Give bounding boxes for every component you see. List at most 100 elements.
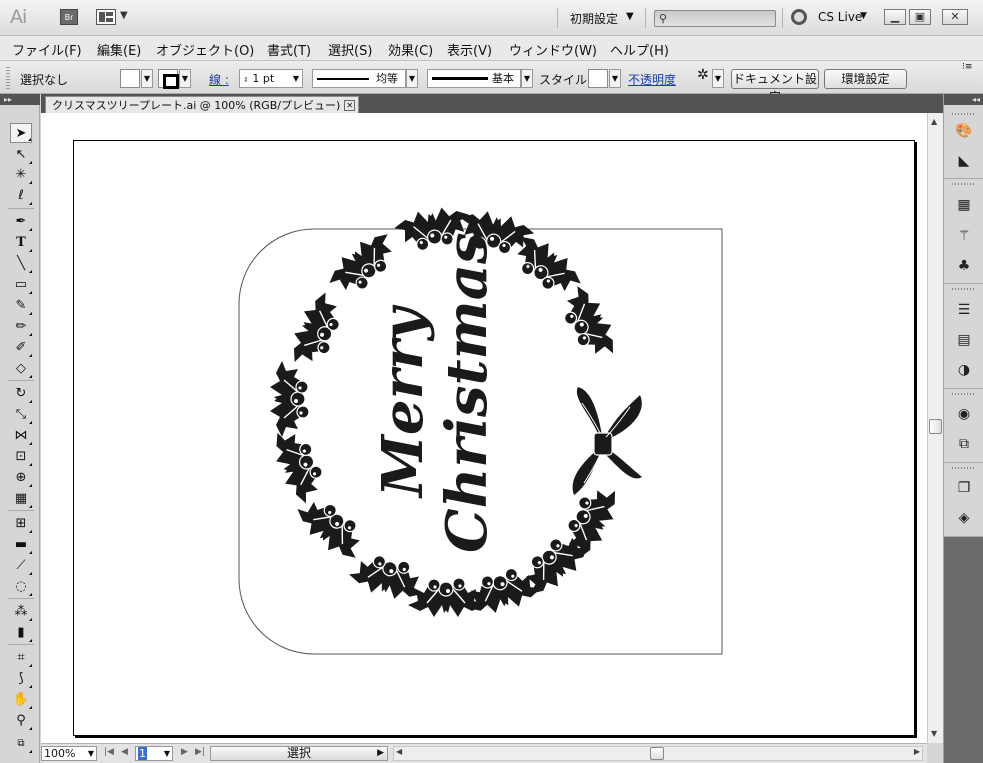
type-tool-icon[interactable]: T bbox=[10, 233, 32, 253]
next-artboard-icon[interactable]: ▶ bbox=[181, 747, 188, 757]
scroll-right-icon[interactable]: ▶ bbox=[914, 747, 920, 756]
scroll-thumb[interactable] bbox=[929, 419, 942, 434]
collapse-dock-icon[interactable]: ◂◂ bbox=[944, 94, 983, 105]
panel-grip[interactable] bbox=[952, 467, 976, 469]
brush-definition[interactable]: 基本 bbox=[427, 69, 521, 88]
chevron-down-icon[interactable]: ▼ bbox=[164, 747, 170, 760]
perspective-grid-tool-icon[interactable]: ▦ bbox=[10, 489, 32, 509]
eyedropper-tool-icon[interactable]: ⟋ bbox=[10, 556, 32, 576]
direct-selection-tool-icon[interactable]: ↖ bbox=[10, 145, 32, 165]
chevron-down-icon[interactable]: ▼ bbox=[626, 11, 634, 22]
scroll-left-icon[interactable]: ◀ bbox=[396, 747, 402, 756]
chevron-down-icon[interactable]: ▼ bbox=[293, 70, 299, 87]
panel-grip[interactable] bbox=[952, 183, 976, 185]
chevron-down-icon[interactable]: ▼ bbox=[120, 10, 128, 21]
symbol-sprayer-tool-icon[interactable]: ⁂ bbox=[10, 602, 32, 622]
panel-menu-icon[interactable]: ⁝≡ bbox=[962, 62, 972, 72]
transparency-panel-icon[interactable]: ◑ bbox=[953, 359, 975, 381]
slice-tool-icon[interactable]: ⟆ bbox=[10, 669, 32, 689]
scroll-up-icon[interactable]: ▲ bbox=[931, 117, 937, 126]
menu-select[interactable]: 選択(S) bbox=[328, 40, 372, 59]
opacity-link[interactable]: 不透明度 bbox=[628, 71, 676, 88]
color-guide-panel-icon[interactable]: ◣ bbox=[953, 150, 975, 172]
status-menu[interactable]: 選択 ▶ bbox=[210, 746, 388, 761]
symbols-panel-icon[interactable]: ♣ bbox=[953, 255, 975, 277]
pencil-tool-icon[interactable]: ✏ bbox=[10, 317, 32, 337]
menu-type[interactable]: 書式(T) bbox=[267, 40, 311, 59]
zoom-tool-icon[interactable]: ⚲ bbox=[10, 711, 32, 731]
artboard-number-field[interactable]: 1 ▼ bbox=[135, 746, 173, 761]
maximize-button[interactable]: ▣ bbox=[909, 9, 931, 25]
help-search-input[interactable]: ⚲ bbox=[654, 10, 776, 27]
zoom-level-field[interactable]: 100% ▼ bbox=[41, 746, 97, 761]
scroll-thumb[interactable] bbox=[650, 747, 664, 760]
menu-object[interactable]: オブジェクト(O) bbox=[156, 40, 254, 59]
menu-view[interactable]: 表示(V) bbox=[447, 40, 492, 59]
rotate-tool-icon[interactable]: ↻ bbox=[10, 384, 32, 404]
stepper-icon[interactable]: ⇕ bbox=[243, 76, 249, 84]
blob-brush-tool-icon[interactable]: ✐ bbox=[10, 338, 32, 358]
first-artboard-icon[interactable]: |◀ bbox=[104, 747, 114, 757]
select-similar-dropdown[interactable]: ▼ bbox=[712, 69, 724, 88]
scale-tool-icon[interactable]: ⤡ bbox=[10, 405, 32, 425]
workspace-switcher[interactable]: 初期設定 bbox=[570, 10, 618, 27]
fill-stroke-swap-icon[interactable]: ⧉ bbox=[10, 734, 32, 754]
stroke-dropdown[interactable]: ▼ bbox=[179, 69, 191, 88]
canvas[interactable]: Merry Christmas bbox=[41, 113, 927, 743]
previous-artboard-icon[interactable]: ◀ bbox=[121, 747, 128, 757]
arrange-documents-icon[interactable] bbox=[96, 9, 116, 25]
chevron-down-icon[interactable]: ▼ bbox=[88, 747, 94, 760]
appearance-panel-icon[interactable]: ◉ bbox=[953, 403, 975, 425]
variable-width-profile[interactable]: 均等 bbox=[312, 69, 406, 88]
menu-edit[interactable]: 編集(E) bbox=[97, 40, 141, 59]
profile-dropdown[interactable]: ▼ bbox=[406, 69, 418, 88]
stroke-panel-link[interactable]: 線 : bbox=[209, 71, 229, 88]
menu-help[interactable]: ヘルプ(H) bbox=[610, 40, 669, 59]
hand-tool-icon[interactable]: ✋ bbox=[10, 690, 32, 710]
vertical-scrollbar[interactable]: ▲ ▼ bbox=[927, 113, 943, 743]
swatches-panel-icon[interactable]: ▦ bbox=[953, 194, 975, 216]
last-artboard-icon[interactable]: ▶| bbox=[195, 747, 205, 757]
eraser-tool-icon[interactable]: ◇ bbox=[10, 359, 32, 379]
artboard[interactable]: Merry Christmas bbox=[73, 140, 915, 736]
document-setup-button[interactable]: ドキュメント設定 bbox=[731, 69, 819, 104]
bridge-button[interactable]: Br bbox=[60, 9, 78, 25]
fill-swatch[interactable] bbox=[120, 69, 140, 88]
select-similar-icon[interactable]: ✲ bbox=[697, 67, 709, 83]
magic-wand-tool-icon[interactable]: ✳ bbox=[10, 165, 32, 185]
horizontal-scrollbar[interactable]: ◀ ▶ bbox=[393, 746, 923, 761]
brush-dropdown[interactable]: ▼ bbox=[521, 69, 533, 88]
panel-grip[interactable] bbox=[6, 67, 10, 89]
column-graph-tool-icon[interactable]: ▮ bbox=[10, 623, 32, 643]
scroll-down-icon[interactable]: ▼ bbox=[931, 729, 937, 738]
document-tab[interactable]: クリスマスツリープレート.ai @ 100% (RGB/プレビュー) ✕ bbox=[45, 96, 360, 113]
stroke-weight-field[interactable]: ⇕ 1 pt ▼ bbox=[239, 69, 303, 88]
menu-file[interactable]: ファイル(F) bbox=[12, 40, 82, 59]
stroke-swatch[interactable] bbox=[158, 69, 179, 89]
minimize-button[interactable]: ▁ bbox=[884, 9, 906, 25]
artboard-tool-icon[interactable]: ⌗ bbox=[10, 648, 32, 668]
line-tool-icon[interactable]: ╲ bbox=[10, 254, 32, 274]
rectangle-tool-icon[interactable]: ▭ bbox=[10, 275, 32, 295]
gradient-tool-icon[interactable]: ▬ bbox=[10, 535, 32, 555]
layers-panel-icon[interactable]: ◈ bbox=[953, 507, 975, 529]
stroke-panel-icon[interactable]: ☰ bbox=[953, 299, 975, 321]
artwork[interactable]: Merry Christmas bbox=[74, 141, 916, 737]
fill-dropdown[interactable]: ▼ bbox=[141, 69, 153, 88]
mesh-tool-icon[interactable]: ⊞ bbox=[10, 514, 32, 534]
panel-grip[interactable] bbox=[952, 288, 976, 290]
shape-builder-tool-icon[interactable]: ⊕ bbox=[10, 468, 32, 488]
chevron-down-icon[interactable]: ▼ bbox=[860, 11, 867, 21]
menu-effect[interactable]: 効果(C) bbox=[388, 40, 433, 59]
width-tool-icon[interactable]: ⋈ bbox=[10, 426, 32, 446]
selection-tool-icon[interactable]: ➤ bbox=[10, 123, 32, 143]
close-button[interactable]: ✕ bbox=[942, 9, 968, 25]
graphic-styles-panel-icon[interactable]: ⧉ bbox=[953, 433, 975, 455]
color-panel-icon[interactable]: 🎨 bbox=[953, 120, 975, 142]
graphic-style-swatch[interactable] bbox=[588, 69, 608, 88]
close-icon[interactable]: ✕ bbox=[344, 100, 356, 111]
brushes-panel-icon[interactable]: ⚚ bbox=[953, 225, 975, 247]
preferences-button[interactable]: 環境設定 bbox=[824, 69, 907, 89]
paintbrush-tool-icon[interactable]: ✎ bbox=[10, 296, 32, 316]
free-transform-tool-icon[interactable]: ⊡ bbox=[10, 447, 32, 467]
